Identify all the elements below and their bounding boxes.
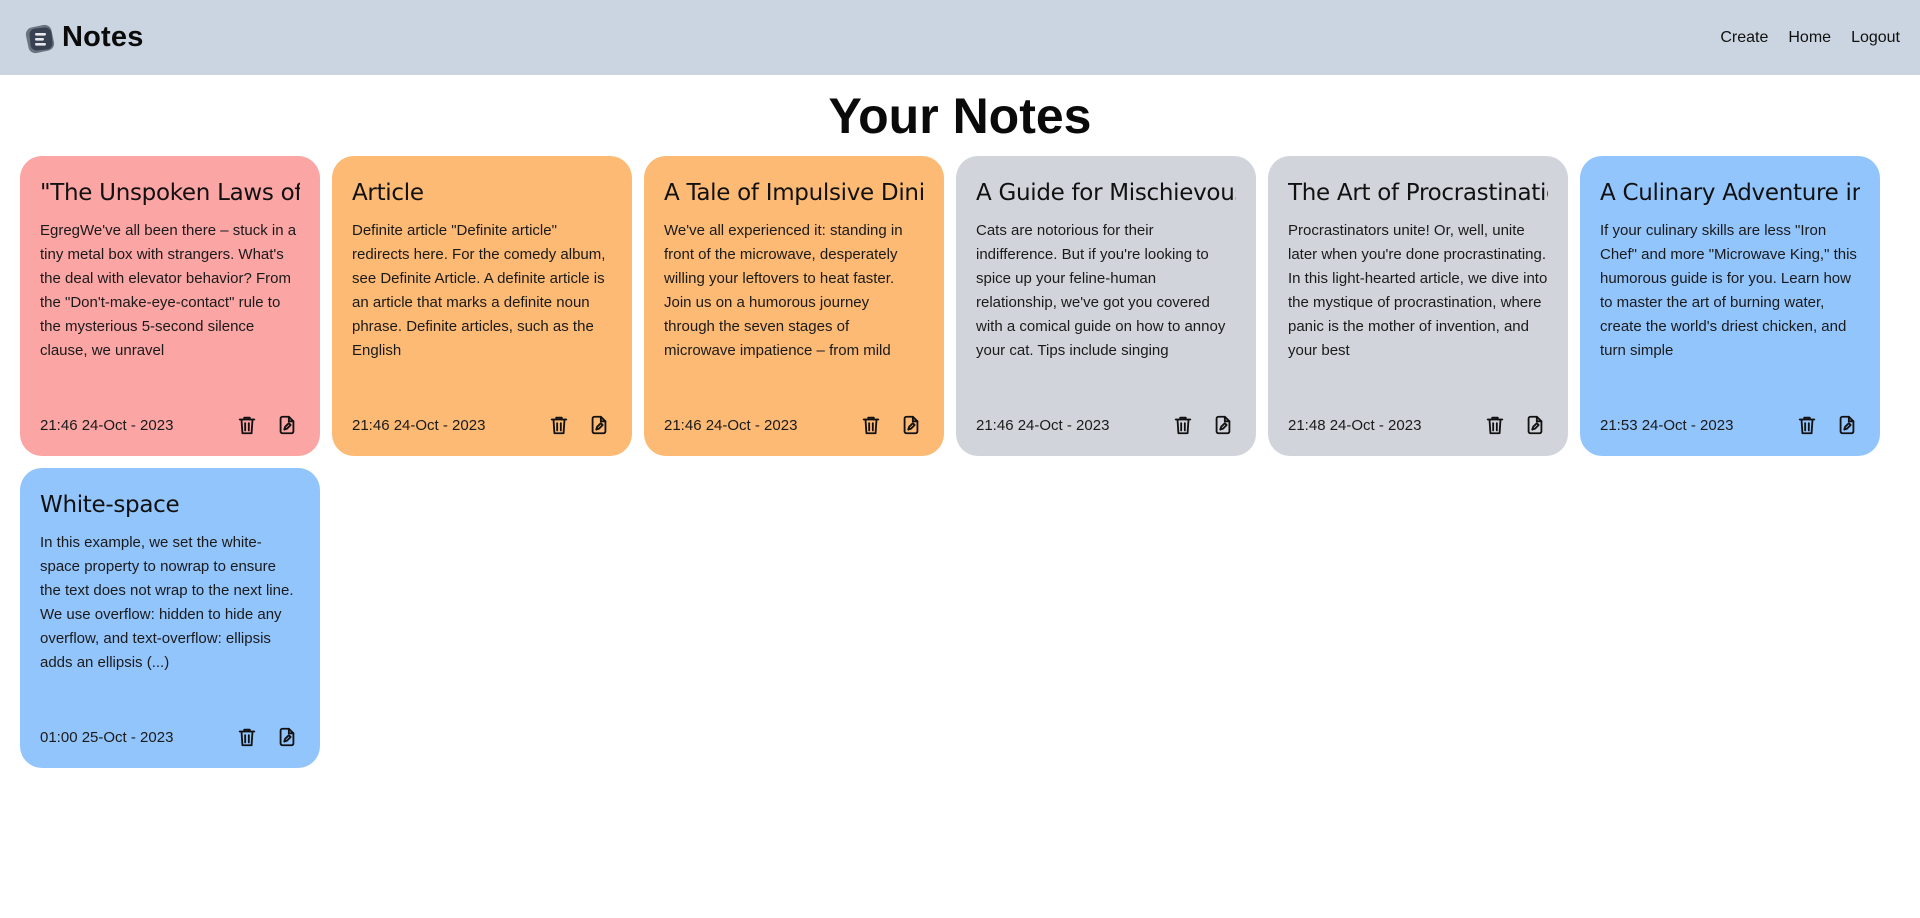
edit-note-button[interactable] bbox=[588, 414, 610, 436]
note-actions bbox=[860, 414, 922, 436]
brand-name: Notes bbox=[62, 21, 144, 53]
note-footer: 01:00 25-Oct - 2023 bbox=[40, 726, 298, 748]
page-title: Your Notes bbox=[828, 88, 1092, 144]
note-card[interactable]: A Tale of Impulsive Dinir We've all expe… bbox=[644, 156, 944, 456]
trash-icon bbox=[238, 416, 256, 435]
nav-create-link[interactable]: Create bbox=[1720, 29, 1768, 47]
trash-icon bbox=[1798, 416, 1816, 435]
note-actions bbox=[1172, 414, 1234, 436]
nav-logout-link[interactable]: Logout bbox=[1851, 29, 1900, 47]
edit-note-button[interactable] bbox=[1524, 414, 1546, 436]
nav-links: Create Home Logout bbox=[1720, 29, 1900, 47]
note-actions bbox=[1796, 414, 1858, 436]
note-body: We've all experienced it: standing in fr… bbox=[664, 222, 903, 359]
note-card[interactable]: "The Unspoken Laws of EgregWe've all bee… bbox=[20, 156, 320, 456]
trash-icon bbox=[238, 728, 256, 747]
delete-note-button[interactable] bbox=[1172, 414, 1194, 436]
note-actions bbox=[1484, 414, 1546, 436]
note-footer: 21:53 24-Oct - 2023 bbox=[1600, 414, 1858, 436]
note-body: EgregWe've all been there – stuck in a t… bbox=[40, 222, 297, 359]
note-card[interactable]: A Culinary Adventure in If your culinary… bbox=[1580, 156, 1880, 456]
note-title: A Tale of Impulsive Dinir bbox=[664, 180, 924, 206]
note-title: "The Unspoken Laws of bbox=[40, 180, 300, 206]
notes-grid: "The Unspoken Laws of EgregWe've all bee… bbox=[0, 156, 1920, 768]
note-date: 21:46 24-Oct - 2023 bbox=[40, 416, 174, 434]
navbar: Notes Create Home Logout bbox=[0, 0, 1920, 75]
note-title: The Art of Procrastinatic bbox=[1288, 180, 1548, 206]
note-date: 21:46 24-Oct - 2023 bbox=[976, 416, 1110, 434]
edit-file-icon bbox=[279, 415, 295, 435]
note-date: 21:53 24-Oct - 2023 bbox=[1600, 416, 1734, 434]
edit-file-icon bbox=[591, 415, 607, 435]
note-date: 21:46 24-Oct - 2023 bbox=[352, 416, 486, 434]
note-actions bbox=[236, 414, 298, 436]
note-body: Cats are notorious for their indifferenc… bbox=[976, 222, 1226, 359]
note-footer: 21:46 24-Oct - 2023 bbox=[40, 414, 298, 436]
note-title: Article bbox=[352, 180, 424, 206]
note-body: Procrastinators unite! Or, well, unite l… bbox=[1288, 222, 1548, 359]
note-card[interactable]: A Guide for Mischievous Cats are notorio… bbox=[956, 156, 1256, 456]
trash-icon bbox=[1174, 416, 1192, 435]
note-footer: 21:48 24-Oct - 2023 bbox=[1288, 414, 1546, 436]
note-card[interactable]: White-space In this example, we set the … bbox=[20, 468, 320, 768]
delete-note-button[interactable] bbox=[1796, 414, 1818, 436]
nav-home-link[interactable]: Home bbox=[1788, 29, 1831, 47]
edit-file-icon bbox=[903, 415, 919, 435]
note-card[interactable]: Article Definite article "Definite artic… bbox=[332, 156, 632, 456]
note-title: A Culinary Adventure in bbox=[1600, 180, 1860, 206]
note-footer: 21:46 24-Oct - 2023 bbox=[976, 414, 1234, 436]
edit-note-button[interactable] bbox=[276, 414, 298, 436]
note-body: Definite article "Definite article" redi… bbox=[352, 222, 606, 359]
edit-note-button[interactable] bbox=[900, 414, 922, 436]
trash-icon bbox=[862, 416, 880, 435]
edit-note-button[interactable] bbox=[1212, 414, 1234, 436]
note-card[interactable]: The Art of Procrastinatic Procrastinator… bbox=[1268, 156, 1568, 456]
delete-note-button[interactable] bbox=[548, 414, 570, 436]
note-actions bbox=[236, 726, 298, 748]
delete-note-button[interactable] bbox=[860, 414, 882, 436]
delete-note-button[interactable] bbox=[236, 726, 258, 748]
trash-icon bbox=[1486, 416, 1504, 435]
trash-icon bbox=[550, 416, 568, 435]
notes-logo-icon bbox=[25, 24, 55, 53]
note-title: A Guide for Mischievous bbox=[976, 180, 1236, 206]
delete-note-button[interactable] bbox=[236, 414, 258, 436]
note-date: 01:00 25-Oct - 2023 bbox=[40, 728, 174, 746]
edit-note-button[interactable] bbox=[276, 726, 298, 748]
note-date: 21:48 24-Oct - 2023 bbox=[1288, 416, 1422, 434]
note-footer: 21:46 24-Oct - 2023 bbox=[664, 414, 922, 436]
edit-file-icon bbox=[1527, 415, 1543, 435]
note-body: In this example, we set the white-space … bbox=[40, 534, 294, 671]
note-date: 21:46 24-Oct - 2023 bbox=[664, 416, 798, 434]
brand[interactable]: Notes bbox=[22, 20, 144, 56]
note-body: If your culinary skills are less "Iron C… bbox=[1600, 222, 1857, 359]
edit-file-icon bbox=[1215, 415, 1231, 435]
edit-file-icon bbox=[279, 727, 295, 747]
note-footer: 21:46 24-Oct - 2023 bbox=[352, 414, 610, 436]
edit-file-icon bbox=[1839, 415, 1855, 435]
delete-note-button[interactable] bbox=[1484, 414, 1506, 436]
note-actions bbox=[548, 414, 610, 436]
edit-note-button[interactable] bbox=[1836, 414, 1858, 436]
note-title: White-space bbox=[40, 492, 180, 518]
